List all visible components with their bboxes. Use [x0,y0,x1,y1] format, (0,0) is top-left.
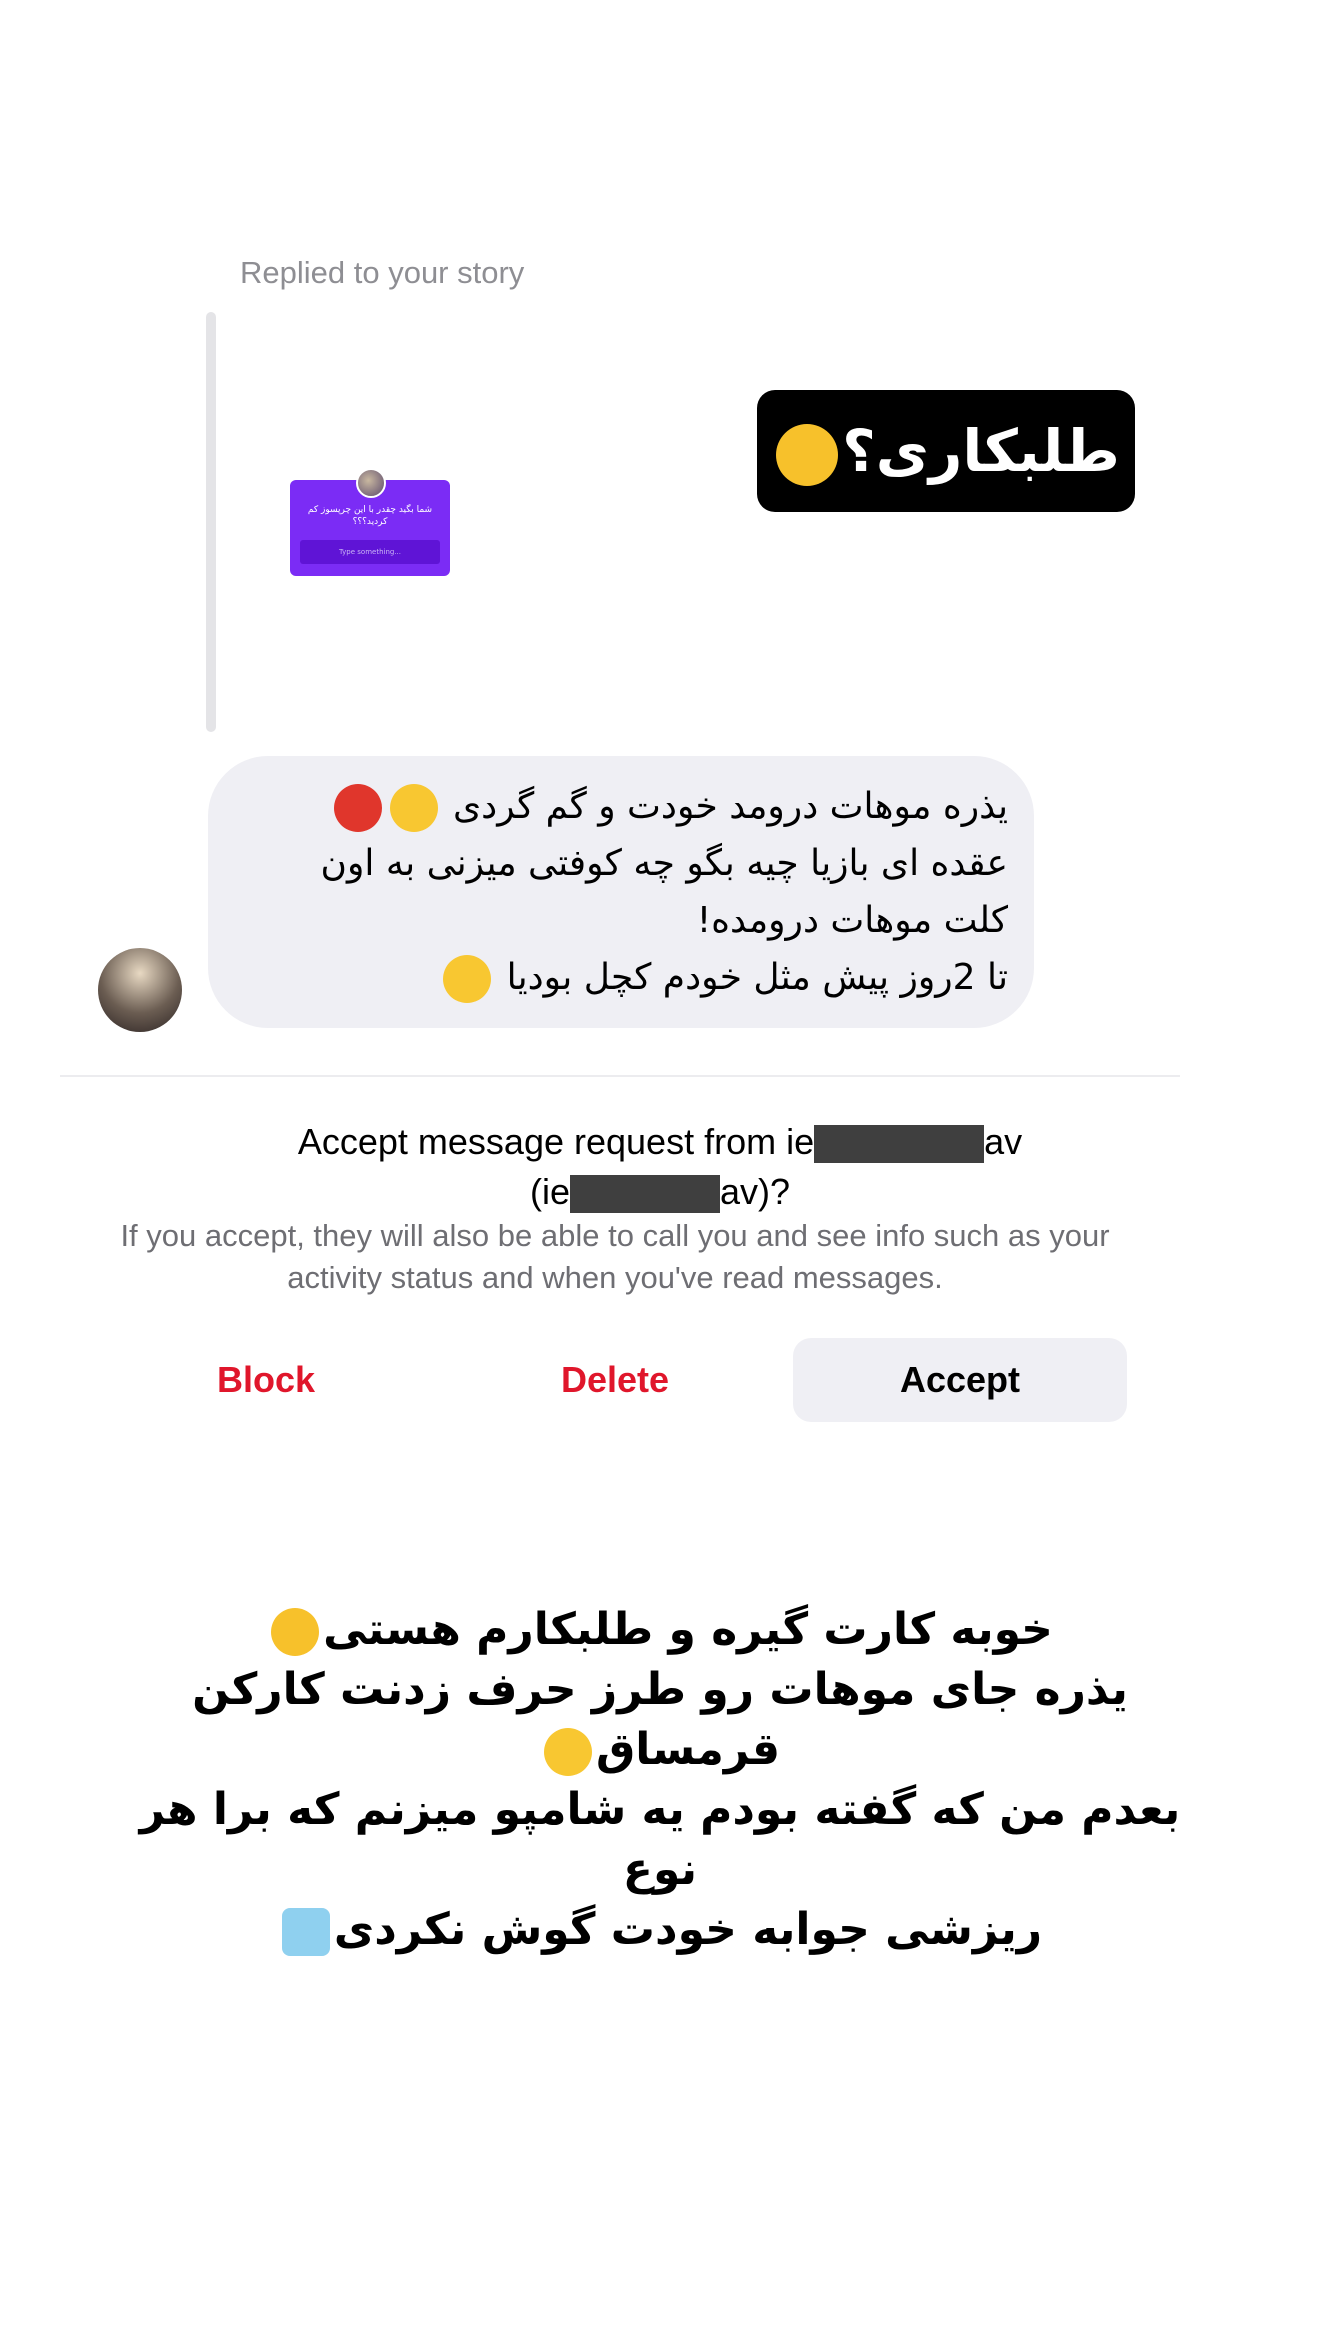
redaction-bar [569,1175,720,1214]
shrug-icon [281,1908,330,1956]
story-question-text: شما بگید چقدر با این چرپسوز کم کردید؟؟؟ [307,505,433,527]
delete-button[interactable]: Delete [505,1338,725,1422]
message-bubble[interactable]: یذره موهات درومد خودت و گم گردی عقده ای … [208,756,1034,1028]
sticker-text: طلبکاری؟ [842,417,1120,485]
angry-face-icon [333,784,382,832]
message-line-2: عقده ای بازیا چیه بگو چه کوفتی میزنی به … [320,843,1008,884]
request-title-line-2: (ie av)? [529,1171,791,1214]
story-author-avatar [356,468,386,498]
message-line-3: کلت موهات درومده! [696,900,1008,941]
caption-line-2: یذره جای موهات رو طرز حرف زدنت کارکن قرم… [192,1664,1128,1776]
unamused-face-icon [543,1728,592,1776]
request-title-line-1: Accept message request from ie av [297,1121,1023,1164]
laughing-face-icon [271,1608,320,1656]
sender-avatar[interactable] [98,948,182,1032]
story-reply-sticker: طلبکاری؟ [757,390,1135,512]
message-line-1: یذره موهات درومد خودت و گم گردی [238,778,1008,835]
story-caption: خوبه کارت گیره و طلبکارم هستی یذره جای م… [100,1600,1220,1960]
flushed-face-icon [776,423,839,486]
message-text: یذره موهات درومد خودت و گم گردی عقده ای … [238,778,1008,1006]
request-title: Accept message request from ie av (ie av)? [120,1117,1200,1217]
message-line-4: تا 2روز پیش مثل خودم کچل بودیا [238,949,1008,1006]
request-note: If you accept, they will also be able to… [120,1218,1110,1295]
caption-line-3: بعدم من که گفته بودم یه شامپو میزنم که ب… [139,1784,1181,1895]
smirk-face-icon [443,955,492,1003]
accept-button[interactable]: Accept [793,1338,1127,1422]
redaction-bar [814,1125,985,1164]
caption-line-1: خوبه کارت گیره و طلبکارم هستی [100,1600,1220,1660]
block-button[interactable]: Block [166,1338,366,1422]
caption-line-4: ریزشی جوابه خودت گوش نکردی [100,1900,1220,1960]
reply-quote-line [206,312,216,732]
replied-to-story-label: Replied to your story [240,255,525,290]
story-question-input: Type something... [300,540,440,564]
story-thumbnail[interactable]: شما بگید چقدر با این چرپسوز کم کردید؟؟؟ … [290,468,450,576]
smirk-face-icon [389,784,438,832]
divider [60,1075,1180,1077]
